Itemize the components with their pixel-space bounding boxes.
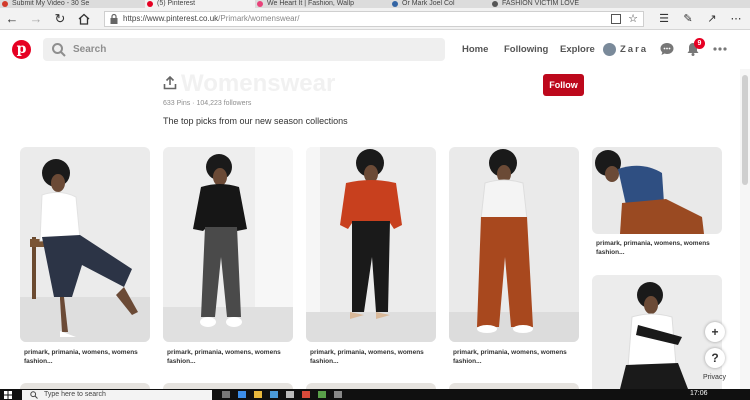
follow-button[interactable]: Follow: [543, 74, 584, 96]
tab-favicon-icon: [492, 1, 498, 7]
url-domain: https://www.pinterest.co.uk: [123, 14, 219, 23]
taskbar-search-placeholder: Type here to search: [44, 391, 106, 398]
pen-notes-icon[interactable]: ✎: [680, 11, 696, 27]
app-icon[interactable]: [302, 391, 310, 398]
search-icon: [52, 43, 66, 57]
help-button[interactable]: ?: [705, 348, 725, 368]
add-pin-button[interactable]: +: [705, 322, 725, 342]
search-placeholder: Search: [73, 44, 107, 55]
pinterest-logo-icon[interactable]: p: [12, 40, 31, 59]
forward-arrow-icon[interactable]: →: [28, 11, 44, 27]
lock-icon: [110, 13, 118, 24]
tab-label: FASHION VICTIM LOVE: [502, 0, 580, 7]
tab-label: (5) Pinterest: [157, 0, 196, 7]
browser-toolbar: ← → ↻ https://www.pinterest.co.uk/Primar…: [0, 8, 750, 30]
tab-label: We Heart It | Fashion, Wallp: [267, 0, 355, 7]
taskbar-search-box[interactable]: Type here to search: [22, 390, 212, 400]
nav-following-link[interactable]: Following: [504, 43, 548, 57]
app-icon[interactable]: [334, 391, 342, 398]
profile-username[interactable]: Zara: [620, 43, 648, 57]
pin-image[interactable]: [20, 147, 150, 342]
browser-tab[interactable]: We Heart It | Fashion, Wallp: [255, 0, 390, 8]
nav-explore-link[interactable]: Explore: [560, 43, 595, 57]
pin-top-garment: [193, 184, 247, 231]
pinterest-favicon-icon: [147, 1, 153, 7]
nav-home-link[interactable]: Home: [462, 43, 488, 57]
board-description: The top picks from our new season collec…: [163, 116, 348, 126]
reading-view-icon[interactable]: [611, 14, 621, 24]
pin-image[interactable]: [306, 147, 436, 342]
tab-favicon-icon: [2, 1, 8, 7]
app-icon[interactable]: [318, 391, 326, 398]
edge-browser-icon[interactable]: [238, 391, 246, 398]
back-arrow-icon[interactable]: ←: [4, 11, 20, 27]
url-path: /Primark/womenswear/: [218, 14, 300, 23]
tab-favicon-icon: [257, 1, 263, 7]
pin-top-garment: [480, 179, 528, 220]
share-upload-icon[interactable]: [163, 76, 177, 90]
tab-label: Submit My Video - 30 Se: [12, 0, 90, 7]
board-title: Womenswear: [181, 70, 336, 97]
notification-badge: 9: [694, 38, 705, 49]
favorites-hub-icon[interactable]: ☰: [656, 11, 672, 27]
messages-icon[interactable]: [659, 41, 675, 57]
scrollbar-thumb[interactable]: [742, 75, 748, 185]
pin-image[interactable]: [449, 147, 579, 342]
task-view-icon[interactable]: [222, 391, 230, 398]
tab-favicon-icon: [392, 1, 398, 7]
pinterest-header: p Search Home Following Explore Zara 9: [0, 31, 750, 69]
pin-caption[interactable]: primark, primania, womens, womens fashio…: [453, 348, 578, 366]
more-menu-icon[interactable]: ⋯: [728, 11, 744, 27]
windows-taskbar: Type here to search 17:06: [0, 389, 750, 400]
pin-caption[interactable]: primark, primania, womens, womens fashio…: [310, 348, 435, 366]
pin-image[interactable]: [592, 147, 722, 234]
privacy-link[interactable]: Privacy: [703, 373, 726, 382]
refresh-icon[interactable]: ↻: [52, 11, 68, 27]
browser-tab-strip: Submit My Video - 30 Se (5) Pinterest We…: [0, 0, 750, 8]
avatar[interactable]: [603, 43, 616, 56]
browser-tab-active[interactable]: (5) Pinterest: [145, 0, 255, 8]
pin-caption[interactable]: primark, primania, womens, womens fashio…: [596, 239, 721, 257]
pin-top-garment: [618, 165, 664, 205]
address-bar[interactable]: https://www.pinterest.co.uk/Primark/wome…: [104, 11, 644, 27]
browser-tab[interactable]: FASHION VICTIM LOVE: [490, 0, 610, 8]
pin-caption[interactable]: primark, primania, womens, womens fashio…: [167, 348, 292, 366]
browser-tab[interactable]: Or Mark Joel Col: [390, 0, 490, 8]
taskbar-clock: 17:06: [690, 390, 708, 397]
favorite-star-icon[interactable]: ☆: [628, 12, 638, 26]
store-icon[interactable]: [270, 391, 278, 398]
board-stats: 633 Pins · 104,223 followers: [163, 100, 252, 107]
pin-image[interactable]: [163, 147, 293, 342]
file-explorer-icon[interactable]: [254, 391, 262, 398]
home-icon[interactable]: [76, 11, 92, 27]
share-icon[interactable]: ↗: [704, 11, 720, 27]
pin-top-garment: [39, 191, 81, 242]
tab-label: Or Mark Joel Col: [402, 0, 455, 7]
page-scrollbar[interactable]: [740, 69, 750, 389]
search-bar[interactable]: Search: [43, 38, 445, 61]
pin-caption[interactable]: primark, primania, womens, womens fashio…: [24, 348, 149, 366]
more-options-icon[interactable]: [712, 41, 728, 57]
app-icon[interactable]: [286, 391, 294, 398]
pin-image[interactable]: [592, 275, 722, 389]
windows-start-icon[interactable]: [4, 391, 12, 399]
address-url: https://www.pinterest.co.uk/Primark/wome…: [123, 12, 300, 26]
browser-tab[interactable]: Submit My Video - 30 Se: [0, 0, 145, 8]
search-icon: [30, 391, 38, 399]
